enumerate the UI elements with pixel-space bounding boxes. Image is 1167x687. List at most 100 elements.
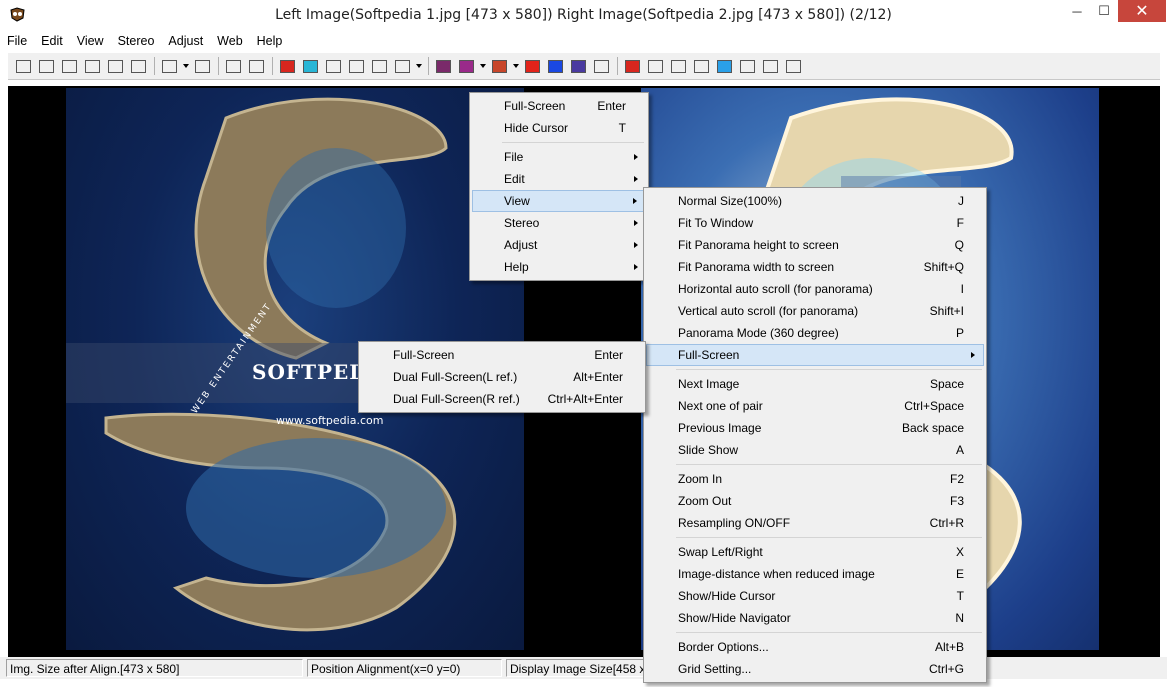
view-menu-item-previous-image[interactable]: Previous Image Back space <box>646 417 984 439</box>
close-button[interactable]: ✕ <box>1118 0 1166 22</box>
move-icon[interactable] <box>191 56 214 76</box>
context-menu-item-adjust[interactable]: Adjust <box>472 234 646 256</box>
view-menu-item-shortcut: T <box>956 589 964 603</box>
context-menu-item-stereo[interactable]: Stereo <box>472 212 646 234</box>
menu-file[interactable]: File <box>0 31 34 51</box>
toolbar-separator <box>268 56 276 76</box>
view-menu-item-fit-panorama-width-to-screen[interactable]: Fit Panorama width to screen Shift+Q <box>646 256 984 278</box>
status-display-size: Display Image Size[458 x <box>506 659 646 677</box>
fullscreen-menu-item-dual-full-screen-r-ref[interactable]: Dual Full-Screen(R ref.) Ctrl+Alt+Enter <box>361 388 643 410</box>
auto-icon[interactable] <box>644 56 667 76</box>
view-menu-item-next-one-of-pair[interactable]: Next one of pair Ctrl+Space <box>646 395 984 417</box>
view-menu-divider <box>646 461 984 468</box>
menu-stereo[interactable]: Stereo <box>111 31 162 51</box>
interlace-v-icon[interactable] <box>567 56 590 76</box>
open-folder-2-icon[interactable] <box>58 56 81 76</box>
open-folder-icon[interactable] <box>12 56 35 76</box>
dropdown-arrow-icon[interactable] <box>478 56 488 76</box>
undo-icon[interactable] <box>222 56 245 76</box>
view-menu-item-show-hide-navigator[interactable]: Show/Hide Navigator N <box>646 607 984 629</box>
menu-help[interactable]: Help <box>250 31 290 51</box>
minimize-button[interactable]: ─ <box>1063 0 1091 22</box>
view-menu-item-horizontal-auto-scroll-for-panorama[interactable]: Horizontal auto scroll (for panorama) I <box>646 278 984 300</box>
html-e-icon[interactable] <box>759 56 782 76</box>
maximize-button[interactable]: ☐ <box>1090 0 1118 22</box>
view-menu-item-show-hide-cursor[interactable]: Show/Hide Cursor T <box>646 585 984 607</box>
open-pair-icon[interactable] <box>35 56 58 76</box>
fit-window-icon[interactable] <box>345 56 368 76</box>
view-menu-item-shortcut: Shift+Q <box>923 260 964 274</box>
context-menu-item-label: Stereo <box>504 216 540 230</box>
view-menu-item-shortcut: A <box>955 443 964 457</box>
fit-cyan-icon[interactable] <box>299 56 322 76</box>
fit-label-icon[interactable] <box>368 56 391 76</box>
dropdown-arrow-icon[interactable] <box>181 56 191 76</box>
crop-align-icon[interactable] <box>158 56 181 76</box>
checker-icon[interactable] <box>488 56 511 76</box>
fullscreen-menu-item-label: Full-Screen <box>393 348 455 362</box>
view-menu-item-grid-setting[interactable]: Grid Setting... Ctrl+G <box>646 658 984 680</box>
context-menu-item-full-screen[interactable]: Full-Screen Enter <box>472 95 646 117</box>
status-align-size: Img. Size after Align.[473 x 580] <box>6 659 303 677</box>
anaglyph-br-icon[interactable] <box>544 56 567 76</box>
context-menu-item-hide-cursor[interactable]: Hide Cursor T <box>472 117 646 139</box>
view-menu-item-shortcut: F <box>956 216 964 230</box>
view-menu-item-vertical-auto-scroll-for-panorama[interactable]: Vertical auto scroll (for panorama) Shift… <box>646 300 984 322</box>
color-icon[interactable] <box>621 56 644 76</box>
view-menu-item-zoom-out[interactable]: Zoom Out F3 <box>646 490 984 512</box>
menu-edit[interactable]: Edit <box>34 31 70 51</box>
view-menu-item-normal-size-100[interactable]: Normal Size(100%) J <box>646 190 984 212</box>
save-icon[interactable] <box>104 56 127 76</box>
split-icon[interactable] <box>690 56 713 76</box>
context-menu-item-view[interactable]: View <box>472 190 646 212</box>
help-icon[interactable] <box>782 56 805 76</box>
dropdown-arrow-icon[interactable] <box>511 56 521 76</box>
view-menu-item-panorama-mode-360-degree[interactable]: Panorama Mode (360 degree) P <box>646 322 984 344</box>
redo-icon[interactable] <box>245 56 268 76</box>
view-menu-item-zoom-in[interactable]: Zoom In F2 <box>646 468 984 490</box>
context-menu-item-edit[interactable]: Edit <box>472 168 646 190</box>
menu-view[interactable]: View <box>70 31 111 51</box>
menu-web[interactable]: Web <box>210 31 249 51</box>
save-all-icon[interactable] <box>127 56 150 76</box>
submenu-arrow-icon <box>634 220 638 226</box>
swap-icon[interactable] <box>276 56 299 76</box>
side-by-side-icon[interactable] <box>590 56 613 76</box>
view-menu-item-shortcut: P <box>955 326 964 340</box>
context-menu-item-help[interactable]: Help <box>472 256 646 278</box>
view-menu-item-full-screen[interactable]: Full-Screen <box>646 344 984 366</box>
view-menu-item-label: Border Options... <box>678 640 769 654</box>
dropdown-arrow-icon[interactable] <box>414 56 424 76</box>
view-menu-item-next-image[interactable]: Next Image Space <box>646 373 984 395</box>
view-menu-item-image-distance-when-reduced-image[interactable]: Image-distance when reduced image E <box>646 563 984 585</box>
view-menu-item-resampling-on-off[interactable]: Resampling ON/OFF Ctrl+R <box>646 512 984 534</box>
view-menu-item-label: Next one of pair <box>678 399 763 413</box>
grid-icon[interactable] <box>667 56 690 76</box>
submenu-arrow-icon <box>633 198 637 204</box>
context-menu-divider <box>472 139 646 146</box>
snow-icon[interactable] <box>713 56 736 76</box>
view-menu-item-border-options[interactable]: Border Options... Alt+B <box>646 636 984 658</box>
submenu-arrow-icon <box>634 264 638 270</box>
interlace-h-icon[interactable] <box>432 56 455 76</box>
fit-frame-icon[interactable] <box>322 56 345 76</box>
context-menu-item-label: Full-Screen <box>504 99 566 113</box>
view-menu-item-fit-to-window[interactable]: Fit To Window F <box>646 212 984 234</box>
zoom-100-icon[interactable] <box>391 56 414 76</box>
context-menu-item-file[interactable]: File <box>472 146 646 168</box>
menu-adjust[interactable]: Adjust <box>161 31 210 51</box>
fullscreen-menu-item-full-screen[interactable]: Full-Screen Enter <box>361 344 643 366</box>
anaglyph-rb-icon[interactable] <box>521 56 544 76</box>
view-menu-item-label: Resampling ON/OFF <box>678 516 791 530</box>
view-menu-item-label: Zoom Out <box>678 494 732 508</box>
fullscreen-menu-item-dual-full-screen-l-ref[interactable]: Dual Full-Screen(L ref.) Alt+Enter <box>361 366 643 388</box>
open-window-icon[interactable] <box>81 56 104 76</box>
submenu-arrow-icon <box>634 176 638 182</box>
view-menu-item-label: Fit Panorama width to screen <box>678 260 835 274</box>
html-icon[interactable] <box>736 56 759 76</box>
view-menu-item-slide-show[interactable]: Slide Show A <box>646 439 984 461</box>
view-menu-item-swap-left-right[interactable]: Swap Left/Right X <box>646 541 984 563</box>
view-menu-item-fit-panorama-height-to-screen[interactable]: Fit Panorama height to screen Q <box>646 234 984 256</box>
context-menu: Full-Screen Enter Hide Cursor T File Edit View… <box>469 92 649 281</box>
interlace-check-icon[interactable] <box>455 56 478 76</box>
